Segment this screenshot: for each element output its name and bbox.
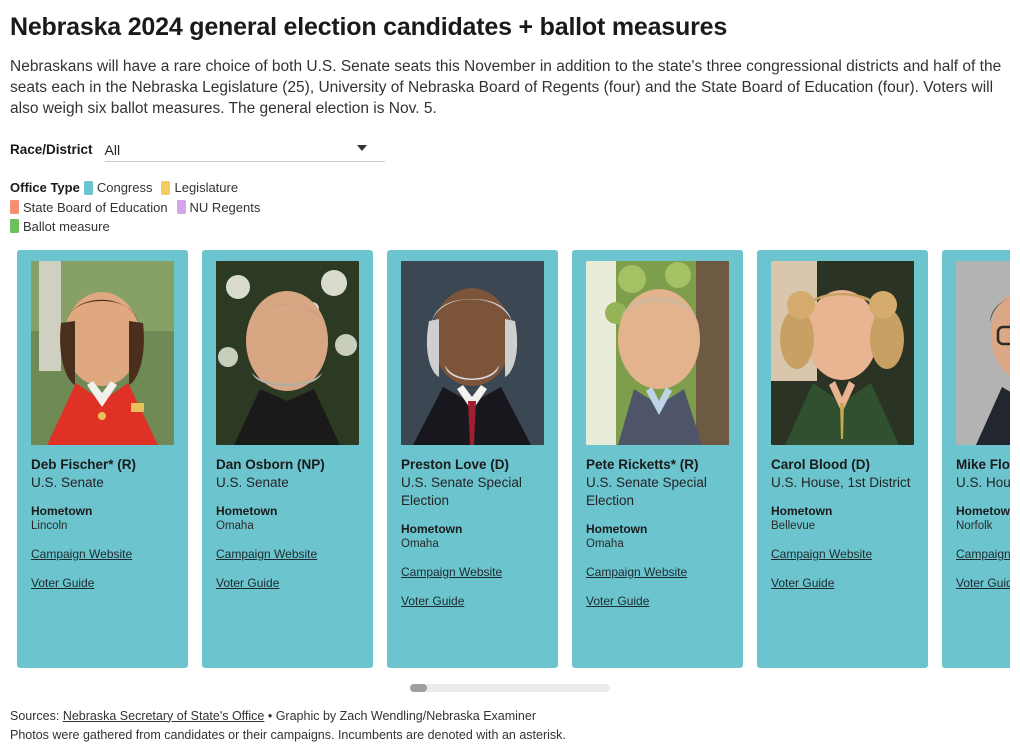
- hometown-label: Hometown: [956, 503, 1010, 518]
- hometown-label: Hometown: [31, 503, 93, 518]
- page-description: Nebraskans will have a rare choice of bo…: [10, 58, 1002, 117]
- campaign-website-link[interactable]: Campaign Website: [216, 547, 359, 562]
- candidate-photo: [956, 260, 1010, 445]
- footer-note: Photos were gathered from candidates or …: [10, 727, 566, 742]
- race-district-selected-value: All: [104, 141, 121, 158]
- legend-item-congress: Congress: [83, 178, 153, 197]
- candidate-cards-track: Deb Fischer* (R) U.S. Senate Hometown Li…: [10, 249, 1010, 674]
- hometown-label: Hometown: [771, 503, 833, 518]
- race-district-label: Race/District: [10, 142, 93, 157]
- footer-sources-line: Sources: Nebraska Secretary of State's O…: [10, 708, 1010, 725]
- hometown-value: Bellevue: [771, 519, 816, 532]
- candidate-name: Carol Blood (D): [771, 456, 870, 472]
- graphic-credit: • Graphic by Zach Wendling/Nebraska Exam…: [264, 708, 536, 723]
- legend-title: Office Type: [10, 180, 80, 195]
- campaign-website-link[interactable]: Campaign Website: [586, 565, 729, 580]
- legend-label: NU Regents: [189, 199, 261, 215]
- legend-label: Legislature: [174, 180, 239, 196]
- candidate-photo: [771, 260, 914, 445]
- legend-item-ballot-measure: Ballot measure: [10, 217, 110, 236]
- legend-item-nu-regents: NU Regents: [176, 198, 261, 217]
- hometown-label: Hometown: [216, 503, 278, 518]
- candidate-photo: [31, 260, 174, 445]
- campaign-website-link[interactable]: Campaign Website: [401, 565, 544, 580]
- voter-guide-link[interactable]: Voter Guide: [216, 576, 359, 591]
- legend-swatch-icon: [161, 180, 171, 195]
- candidate-card[interactable]: Deb Fischer* (R) U.S. Senate Hometown Li…: [17, 249, 188, 668]
- chevron-down-icon: [356, 145, 367, 151]
- campaign-website-link[interactable]: Campaign Website: [771, 547, 914, 562]
- legend: Office Type Congress Legislature State Boar…: [10, 178, 310, 236]
- candidate-office: U.S. House, 1st District: [956, 474, 1010, 490]
- candidate-office: U.S. Senate Special Election: [401, 474, 522, 508]
- voter-guide-link[interactable]: Voter Guide: [771, 576, 914, 591]
- voter-guide-link[interactable]: Voter Guide: [956, 576, 1010, 591]
- candidate-card[interactable]: Carol Blood (D) U.S. House, 1st District…: [757, 249, 928, 668]
- candidate-name: Deb Fischer* (R): [31, 456, 137, 472]
- candidate-office: U.S. House, 1st District: [771, 474, 911, 490]
- voter-guide-link[interactable]: Voter Guide: [586, 594, 729, 609]
- candidate-name: Mike Flood* (R): [956, 456, 1010, 472]
- candidate-card[interactable]: Dan Osborn (NP) U.S. Senate Hometown Oma…: [202, 249, 373, 668]
- hometown-value: Omaha: [216, 519, 254, 532]
- campaign-website-link[interactable]: Campaign Website: [956, 547, 1010, 562]
- hometown-label: Hometown: [586, 521, 648, 536]
- hometown-value: Lincoln: [31, 519, 68, 532]
- candidate-cards-viewport[interactable]: Deb Fischer* (R) U.S. Senate Hometown Li…: [10, 249, 1010, 674]
- hometown-value: Omaha: [586, 537, 624, 550]
- legend-label: Congress: [96, 180, 153, 196]
- candidate-name: Pete Ricketts* (R): [586, 456, 699, 472]
- filter-row: Race/District All: [10, 138, 1010, 162]
- candidate-photo: [586, 260, 729, 445]
- voter-guide-link[interactable]: Voter Guide: [401, 594, 544, 609]
- legend-swatch-icon: [10, 200, 19, 215]
- legend-swatch-icon: [83, 180, 93, 195]
- candidate-name: Preston Love (D): [401, 456, 510, 472]
- candidate-photo: [401, 260, 544, 445]
- candidate-card[interactable]: Preston Love (D) U.S. Senate Special Ele…: [387, 249, 558, 668]
- candidate-card[interactable]: Pete Ricketts* (R) U.S. Senate Special E…: [572, 249, 743, 668]
- candidate-card[interactable]: Mike Flood* (R) U.S. House, 1st District…: [942, 249, 1010, 668]
- cards-scrollbar-thumb[interactable]: [410, 683, 427, 692]
- page-title: Nebraska 2024 general election candidate…: [10, 13, 728, 41]
- source-link[interactable]: Nebraska Secretary of State's Office: [63, 709, 265, 723]
- footer: Sources: Nebraska Secretary of State's O…: [10, 708, 1010, 744]
- campaign-website-link[interactable]: Campaign Website: [31, 547, 174, 562]
- legend-label: Ballot measure: [23, 218, 110, 234]
- election-graphic-page: Nebraska 2024 general election candidate…: [0, 0, 1020, 756]
- candidate-office: U.S. Senate: [216, 474, 289, 490]
- legend-item-state-board-of-education: State Board of Education: [10, 198, 168, 217]
- candidate-name: Dan Osborn (NP): [216, 456, 325, 472]
- legend-label: State Board of Education: [23, 199, 168, 215]
- hometown-value: Norfolk: [956, 519, 993, 532]
- legend-item-legislature: Legislature: [161, 178, 238, 197]
- hometown-label: Hometown: [401, 521, 463, 536]
- sources-prefix: Sources:: [10, 708, 63, 723]
- candidate-photo: [216, 260, 359, 445]
- race-district-select[interactable]: All: [104, 138, 385, 162]
- candidate-office: U.S. Senate Special Election: [586, 474, 707, 508]
- cards-scrollbar[interactable]: [410, 683, 610, 692]
- voter-guide-link[interactable]: Voter Guide: [31, 576, 174, 591]
- hometown-value: Omaha: [401, 537, 439, 550]
- legend-swatch-icon: [10, 219, 19, 234]
- candidate-office: U.S. Senate: [31, 474, 104, 490]
- legend-swatch-icon: [176, 200, 186, 215]
